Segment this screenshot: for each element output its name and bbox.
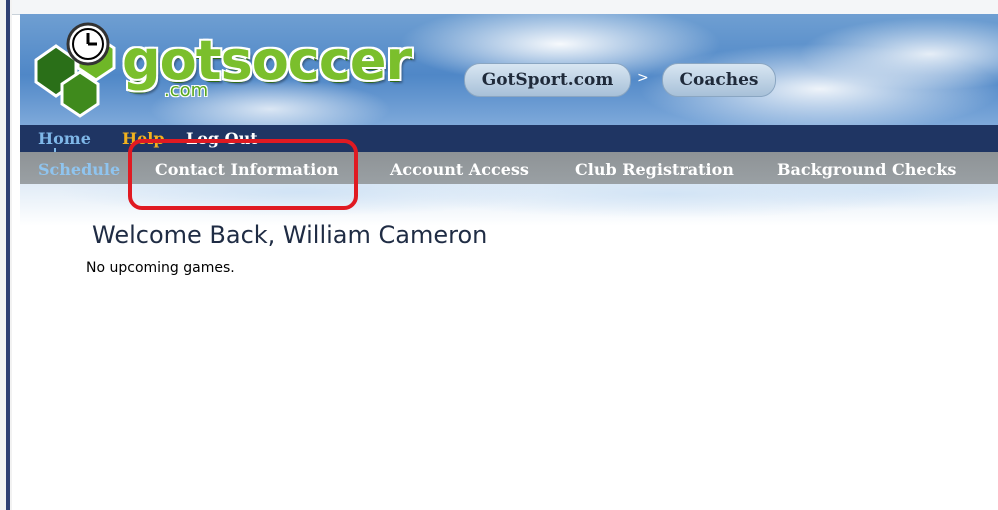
site-logo[interactable]: gotsoccer .com <box>26 20 426 118</box>
schedule-status-message: No upcoming games. <box>86 260 235 276</box>
breadcrumb-gotsport[interactable]: GotSport.com <box>464 63 631 97</box>
header-banner: gotsoccer .com GotSport.com > Coaches <box>20 14 998 125</box>
window-top-strip <box>12 0 998 15</box>
clock-icon <box>66 22 110 66</box>
soccer-ball-logo-icon <box>34 22 116 118</box>
window-border <box>6 0 10 510</box>
tab-schedule[interactable]: Schedule <box>38 160 120 179</box>
breadcrumb-separator: > <box>637 70 649 86</box>
tab-account-access[interactable]: Account Access <box>390 160 529 179</box>
welcome-heading: Welcome Back, William Cameron <box>92 221 488 249</box>
page-content: gotsoccer .com GotSport.com > Coaches Ho… <box>20 14 998 510</box>
window-left-edge <box>0 0 12 510</box>
tab-club-registration[interactable]: Club Registration <box>575 160 734 179</box>
tab-background-checks[interactable]: Background Checks <box>777 160 956 179</box>
logo-domain: .com <box>164 80 209 101</box>
nav-home-link[interactable]: Home <box>38 129 91 148</box>
contact-information-highlight <box>128 139 358 210</box>
breadcrumb-coaches[interactable]: Coaches <box>662 63 776 97</box>
